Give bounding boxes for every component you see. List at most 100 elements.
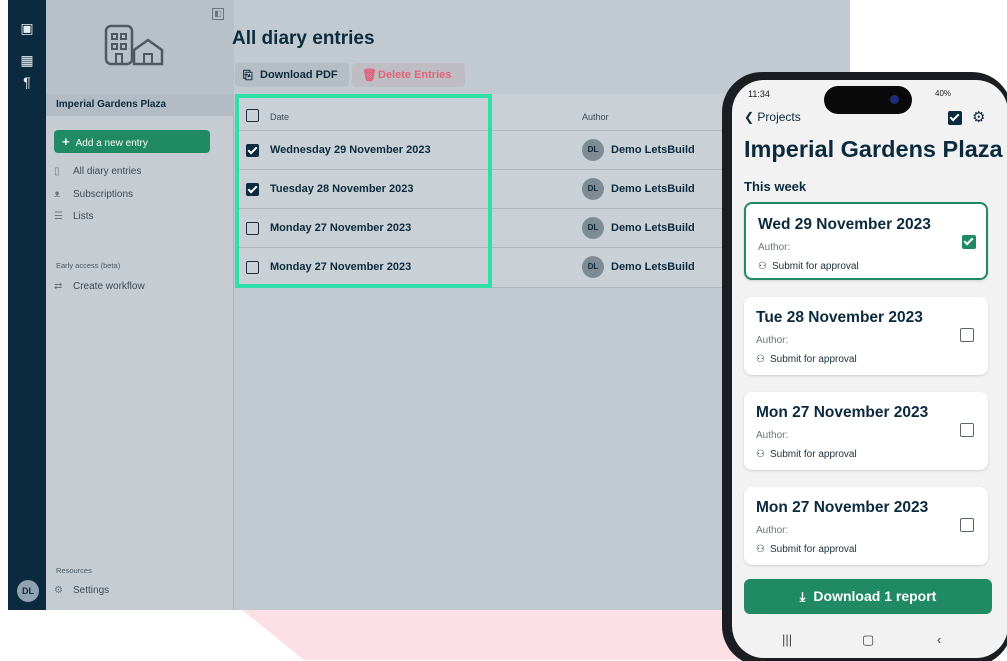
gear-icon[interactable]: ⚙: [972, 108, 985, 126]
nav-item-label: Settings: [73, 585, 110, 596]
download-pdf-label: Download PDF: [260, 69, 338, 81]
trash-icon: 🗑: [362, 68, 378, 82]
nav-item-all-diary-entries[interactable]: ▯ All diary entries: [54, 163, 141, 181]
nav-item-label: All diary entries: [73, 166, 142, 177]
row-author: Demo LetsBuild: [611, 144, 695, 156]
person-check-icon: ⚇: [758, 261, 767, 272]
card-checkbox[interactable]: [962, 235, 976, 249]
resources-label: Resources: [56, 566, 92, 575]
back-label: Projects: [757, 110, 801, 124]
list-icon: ☰: [54, 211, 63, 222]
recents-icon[interactable]: |||: [782, 632, 792, 647]
card-status-label: Submit for approval: [769, 544, 857, 555]
diary-icon: ▯: [54, 166, 60, 177]
download-report-label: Download 1 report: [813, 588, 937, 604]
phone-frame: 11:34 40% ❮ Projects ⚙ Imperial Gardens …: [722, 72, 1007, 661]
chevron-left-icon: ❮: [744, 110, 758, 124]
row-checkbox[interactable]: [246, 144, 259, 157]
mobile-project-title: Imperial Gardens Plaza: [744, 136, 1003, 162]
row-date: Monday 27 November 2023: [270, 261, 412, 273]
nav-item-label: Subscriptions: [73, 189, 134, 200]
row-date: Tuesday 28 November 2023: [270, 183, 414, 195]
card-status-label: Submit for approval: [769, 449, 857, 460]
project-image: [46, 0, 234, 94]
delete-entries-button[interactable]: 🗑 Delete Entries: [352, 63, 465, 87]
nav-item-label: Create workflow: [73, 281, 145, 292]
row-author: Demo LetsBuild: [611, 222, 695, 234]
android-nav-bar: ||| ▢ ‹: [732, 622, 1007, 658]
select-mode-checkbox[interactable]: [948, 111, 962, 125]
early-access-label: Early access (beta): [56, 261, 121, 270]
person-check-icon: ⚇: [756, 449, 765, 460]
card-status-label: Submit for approval: [771, 261, 859, 272]
column-header-date: Date: [270, 112, 290, 122]
nav-item-settings[interactable]: ⚙ Settings: [54, 582, 109, 600]
buildings-icon[interactable]: ▦: [17, 50, 37, 70]
card-author-label: Author:: [756, 430, 789, 441]
author-avatar: DL: [582, 178, 604, 200]
plus-icon: +: [62, 134, 70, 149]
download-pdf-button[interactable]: ⎘ Download PDF: [235, 63, 349, 87]
card-date: Tue 28 November 2023: [756, 309, 923, 326]
card-author-label: Author:: [756, 525, 789, 536]
status-time: 11:34: [748, 89, 770, 99]
camera-icon: [890, 95, 899, 104]
sidebar: ◧ Imperial Gardens Plaza + Add a new entr…: [46, 0, 234, 610]
card-author-label: Author:: [758, 242, 791, 253]
dynamic-island: [824, 86, 912, 114]
row-checkbox[interactable]: [246, 222, 259, 235]
card-status: ⚇ Submit for approval: [756, 354, 857, 365]
card-date: Wed 29 November 2023: [758, 216, 931, 233]
entry-card[interactable]: Mon 27 November 2023 Author: ⚇ Submit for…: [744, 487, 988, 565]
battery-status: 40%: [935, 89, 952, 98]
add-entry-button[interactable]: + Add a new entry: [54, 130, 210, 153]
card-checkbox[interactable]: [960, 328, 974, 342]
nav-item-label: Lists: [73, 211, 94, 222]
row-checkbox[interactable]: [246, 183, 259, 196]
icon-rail: ▣ ▦ ¶ DL: [8, 0, 46, 610]
delete-entries-label: Delete Entries: [378, 69, 452, 81]
collapse-sidebar-icon[interactable]: ◧: [212, 8, 224, 20]
column-header-author: Author: [582, 112, 609, 122]
people-icon: ᴥ: [54, 189, 61, 200]
card-date: Mon 27 November 2023: [756, 499, 929, 516]
card-status: ⚇ Submit for approval: [758, 261, 859, 272]
pdf-file-icon: ⎘: [243, 68, 253, 82]
workflow-icon: ⇄: [54, 281, 63, 292]
row-checkbox[interactable]: [246, 261, 259, 274]
card-date: Mon 27 November 2023: [756, 404, 929, 421]
phone-screen: 11:34 40% ❮ Projects ⚙ Imperial Gardens …: [732, 80, 1007, 658]
entry-card[interactable]: Mon 27 November 2023 Author: ⚇ Submit for…: [744, 392, 988, 470]
paint-roller-icon[interactable]: ¶: [17, 72, 37, 92]
nav-item-create-workflow[interactable]: ⇄ Create workflow: [54, 278, 145, 296]
entry-card[interactable]: Wed 29 November 2023 Author: ⚇ Submit for…: [744, 202, 988, 280]
home-icon[interactable]: ▢: [862, 632, 874, 648]
card-status: ⚇ Submit for approval: [756, 449, 857, 460]
diary-app-icon[interactable]: ▣: [17, 18, 37, 38]
nav-item-lists[interactable]: ☰ Lists: [54, 208, 94, 226]
person-check-icon: ⚇: [756, 354, 765, 365]
card-author-label: Author:: [756, 335, 789, 346]
download-report-button[interactable]: ⤓ Download 1 report: [744, 579, 992, 614]
row-date: Wednesday 29 November 2023: [270, 144, 431, 156]
nav-item-subscriptions[interactable]: ᴥ Subscriptions: [54, 186, 133, 204]
person-check-icon: ⚇: [756, 544, 765, 555]
row-author: Demo LetsBuild: [611, 261, 695, 273]
select-all-checkbox[interactable]: [246, 109, 259, 122]
project-name: Imperial Gardens Plaza: [46, 94, 234, 116]
card-checkbox[interactable]: [960, 423, 974, 437]
back-icon[interactable]: ‹: [937, 632, 941, 647]
week-heading: This week: [744, 179, 807, 194]
stage: ▣ ▦ ¶ DL ◧ Imperial Gardens Plaza + Add …: [0, 0, 1007, 661]
card-status-label: Submit for approval: [769, 354, 857, 365]
back-button[interactable]: ❮ Projects: [744, 110, 801, 124]
author-avatar: DL: [582, 256, 604, 278]
row-date: Monday 27 November 2023: [270, 222, 412, 234]
card-checkbox[interactable]: [960, 518, 974, 532]
entry-card[interactable]: Tue 28 November 2023 Author: ⚇ Submit for…: [744, 297, 988, 375]
download-icon: ⤓: [799, 589, 806, 604]
user-avatar[interactable]: DL: [17, 580, 39, 602]
add-entry-label: Add a new entry: [75, 138, 148, 149]
page-title: All diary entries: [232, 28, 375, 49]
author-avatar: DL: [582, 139, 604, 161]
